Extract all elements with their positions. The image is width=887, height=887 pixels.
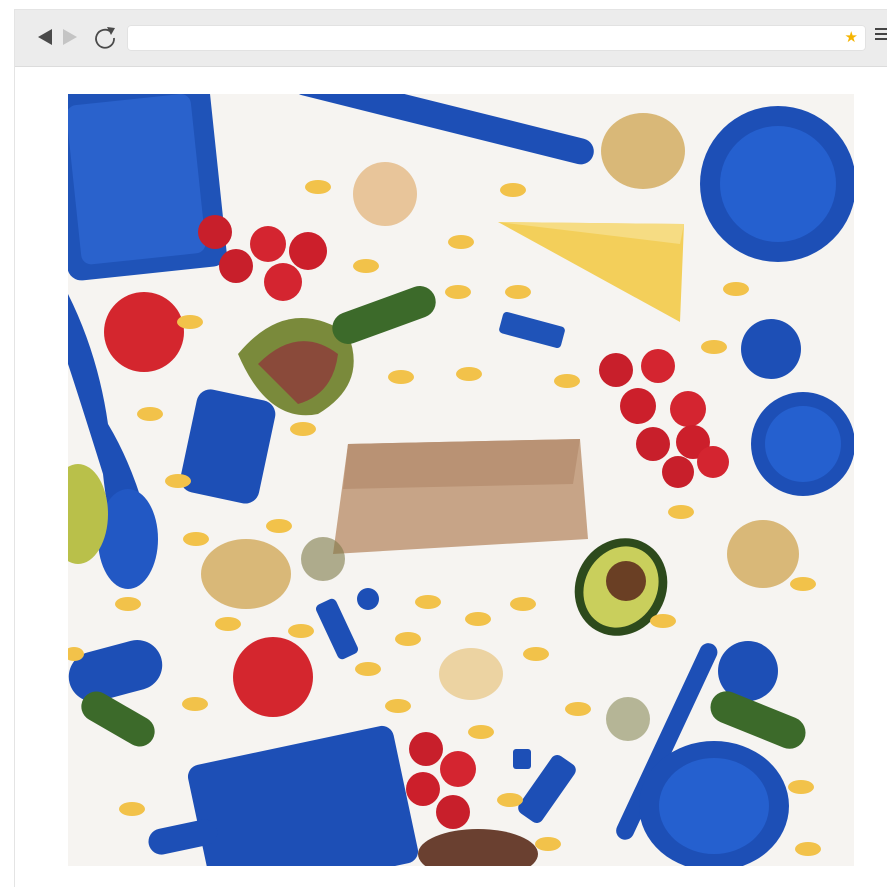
reload-icon	[95, 27, 115, 49]
hamburger-menu-icon[interactable]	[875, 28, 887, 46]
back-button[interactable]	[35, 24, 55, 50]
flatlay-illustration	[68, 94, 854, 866]
back-arrow-icon	[38, 29, 52, 45]
address-bar[interactable]: ★	[127, 25, 866, 51]
page-content	[15, 67, 887, 887]
star-icon[interactable]: ★	[845, 28, 858, 46]
food-photo	[68, 94, 854, 866]
browser-toolbar: ★	[15, 10, 887, 67]
forward-button[interactable]	[60, 24, 80, 50]
reload-button[interactable]	[92, 23, 118, 51]
browser-window: ★	[14, 9, 887, 887]
forward-arrow-icon	[63, 29, 77, 45]
